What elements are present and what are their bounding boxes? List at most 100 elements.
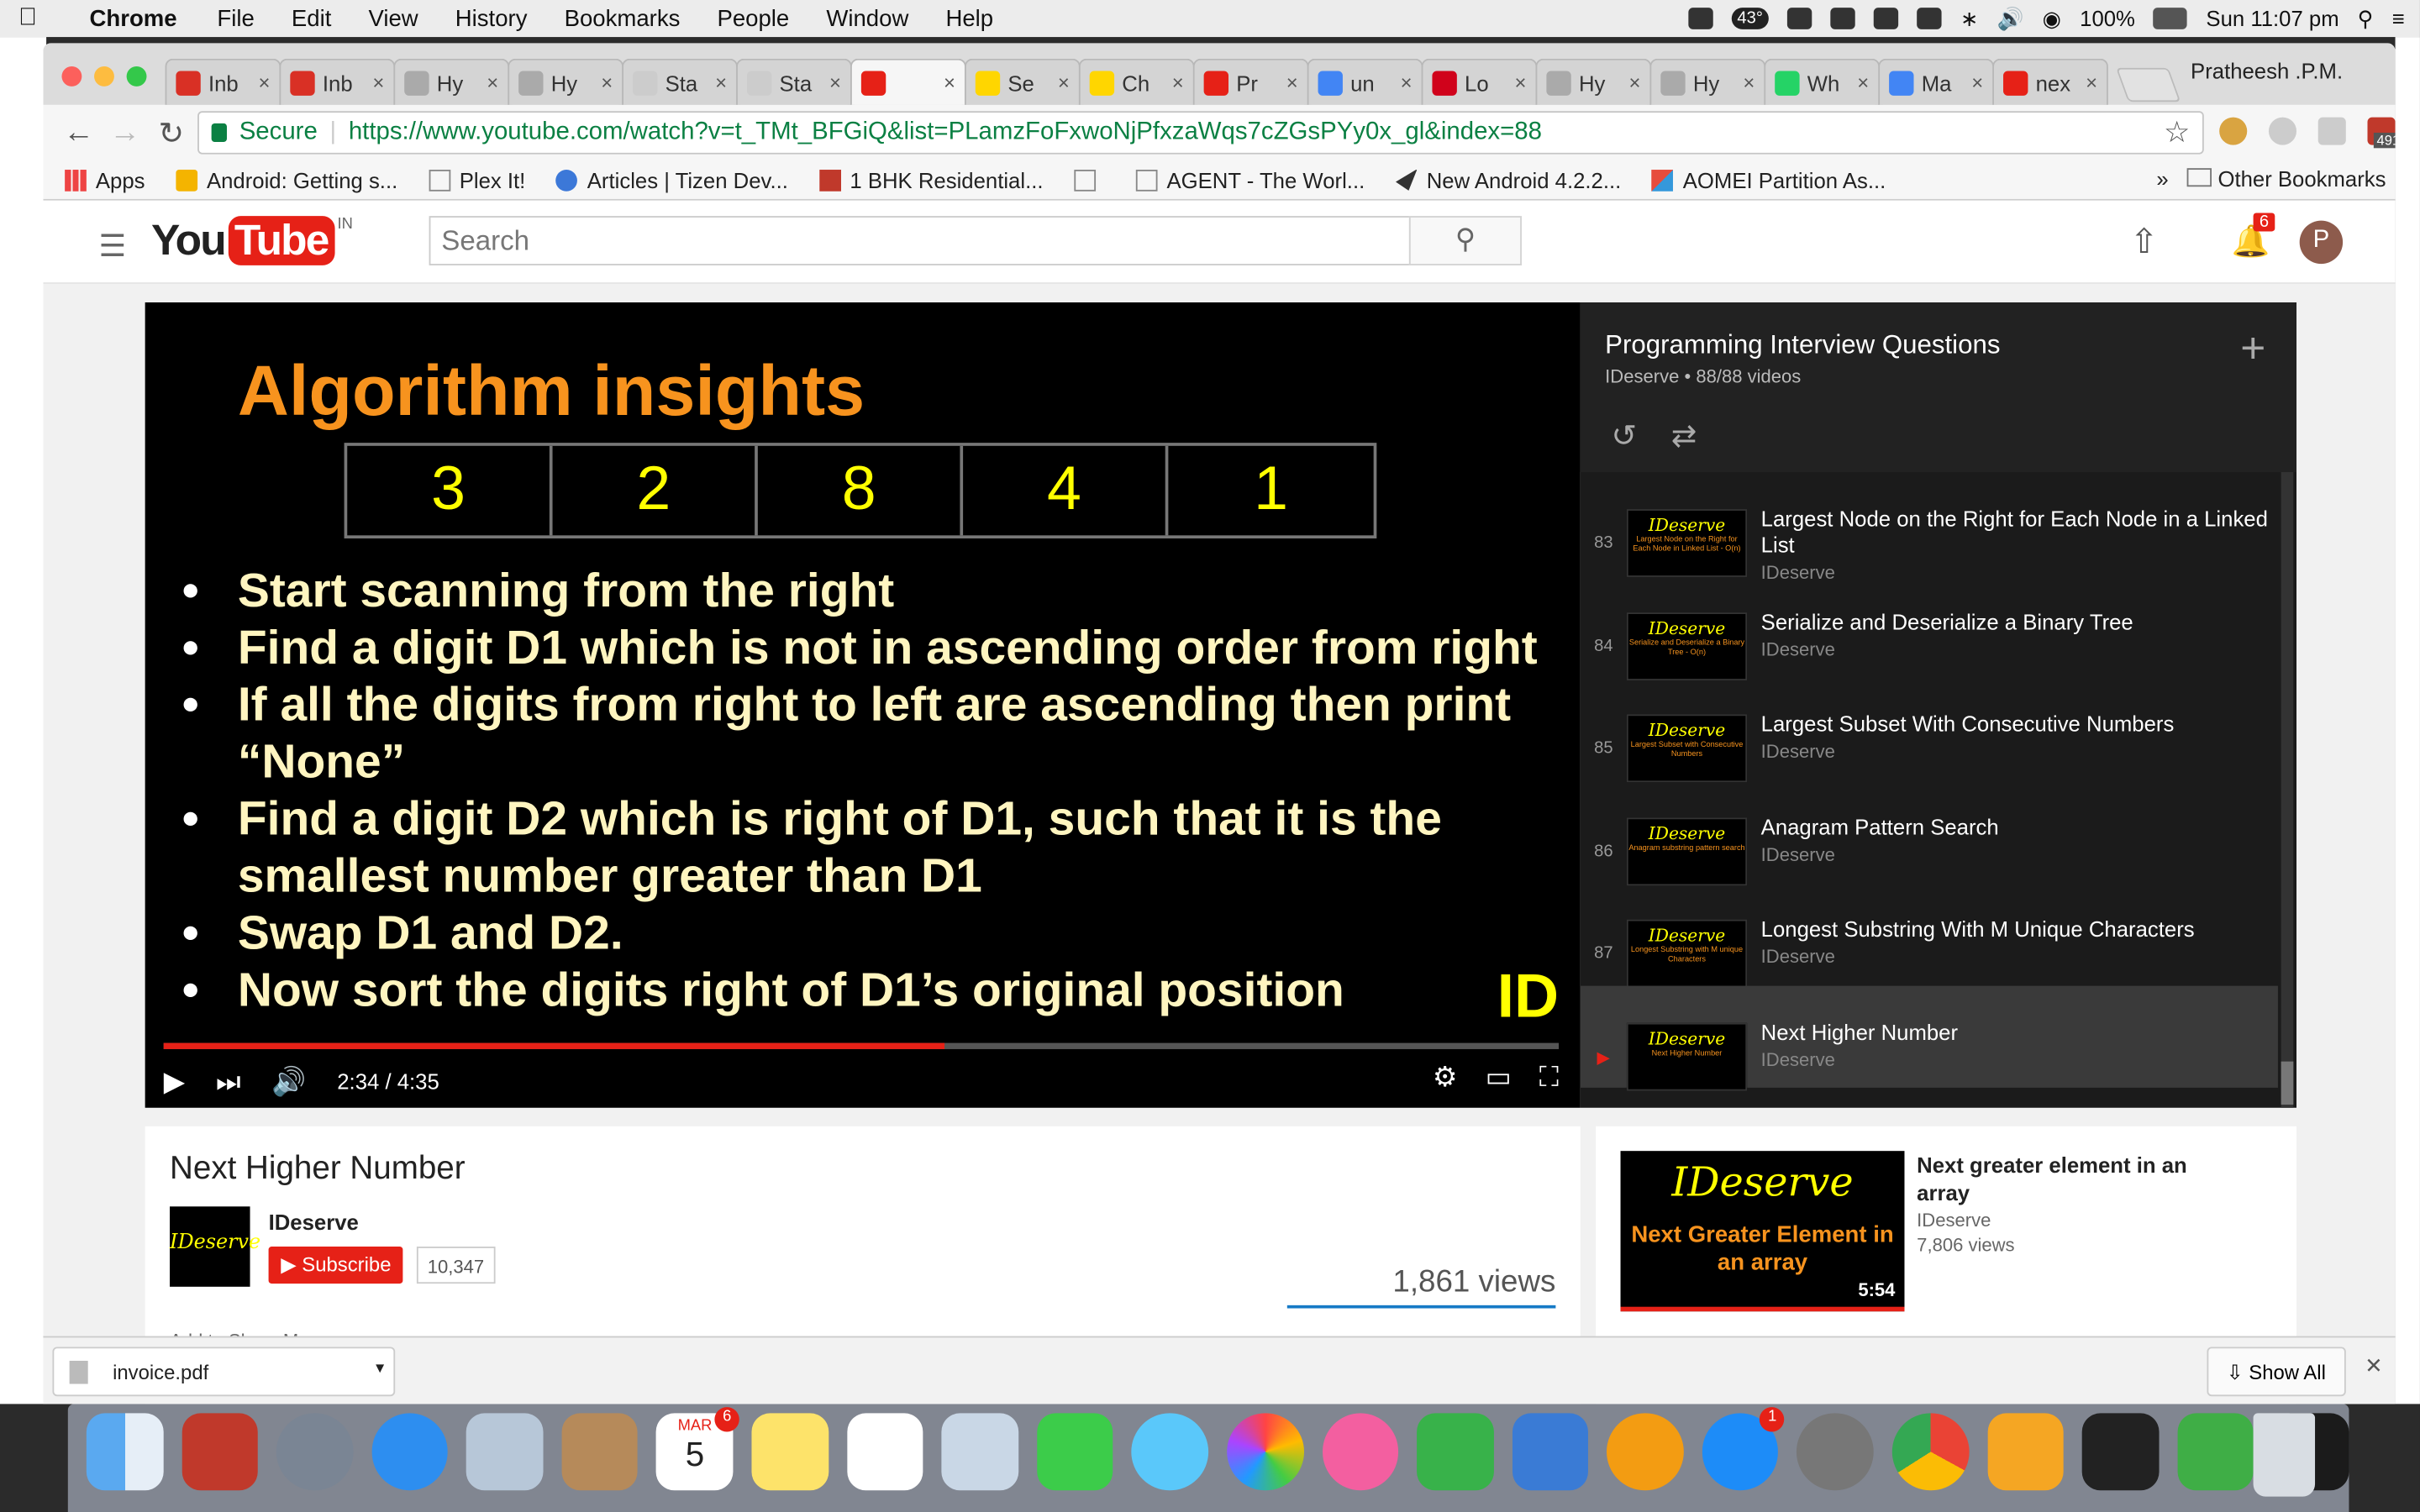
- mail-icon[interactable]: [466, 1413, 544, 1491]
- video-player[interactable]: Algorithm insights 3284 1 Start scanning …: [145, 302, 1581, 1108]
- menu-bookmarks[interactable]: Bookmarks: [546, 5, 699, 31]
- playlist-item[interactable]: 86 IDeserve Anagram substring pattern sear…: [1581, 780, 2278, 885]
- playlist-item[interactable]: 85 IDeserve Largest Subset with Consecutiv…: [1581, 677, 2278, 783]
- numbers-icon[interactable]: [1417, 1413, 1494, 1491]
- chevron-right-icon[interactable]: »: [2156, 166, 2168, 191]
- search-button[interactable]: ⚲: [1408, 216, 1522, 265]
- bookmark-residential[interactable]: 1 BHK Residential...: [803, 167, 1059, 192]
- tab-2[interactable]: Hy ×: [393, 58, 510, 105]
- tab-9[interactable]: Pr ×: [1192, 58, 1309, 105]
- launchpad-icon[interactable]: [276, 1413, 354, 1491]
- itunes-icon[interactable]: [1322, 1413, 1399, 1491]
- notes-icon[interactable]: [751, 1413, 829, 1491]
- tab-11[interactable]: Lo ×: [1421, 58, 1538, 105]
- tab-close-icon[interactable]: ×: [715, 71, 727, 94]
- notification-center-icon[interactable]: ≡: [2392, 6, 2405, 30]
- volume-icon[interactable]: 🔊: [271, 1065, 306, 1098]
- tab-15[interactable]: Ma ×: [1878, 58, 1995, 105]
- battery-percent[interactable]: 100%: [2080, 6, 2135, 30]
- close-shelf-icon[interactable]: ✕: [2365, 1353, 2383, 1379]
- tab-13[interactable]: Hy ×: [1649, 58, 1766, 105]
- notifications-bell-icon[interactable]: 🔔 6: [2232, 213, 2275, 260]
- keynote-icon[interactable]: [1512, 1413, 1589, 1491]
- playlist-thumbnail[interactable]: IDeserve Anagram substring pattern search: [1626, 816, 1748, 885]
- bookmark-apps[interactable]: Apps: [43, 167, 160, 192]
- app-store-icon[interactable]: 1: [1702, 1407, 1785, 1491]
- next-icon[interactable]: ⏭: [216, 1065, 241, 1098]
- bluetooth-icon[interactable]: ∗: [1960, 5, 1979, 31]
- tab-close-icon[interactable]: ×: [1743, 71, 1754, 94]
- fullscreen-icon[interactable]: ⛶: [1539, 1062, 1559, 1095]
- circle-extension-icon[interactable]: [2268, 117, 2297, 145]
- zoom-window-button[interactable]: [126, 66, 147, 86]
- playlist-thumbnail[interactable]: IDeserve Next Higher Number: [1626, 1021, 1748, 1090]
- channel-avatar[interactable]: IDeserve: [170, 1206, 260, 1287]
- tab-10[interactable]: un ×: [1307, 58, 1423, 105]
- playlist-item-title[interactable]: Largest Node on the Right for Each Node …: [1761, 506, 2278, 558]
- menu-app-name[interactable]: Chrome: [55, 5, 198, 31]
- playlist-scrollbar[interactable]: [2281, 472, 2294, 1108]
- tab-close-icon[interactable]: ×: [258, 71, 270, 94]
- playlist-thumbnail[interactable]: IDeserve Longest Substring with M unique …: [1626, 919, 1748, 988]
- playlist-item-title[interactable]: Longest Substring With M Unique Characte…: [1761, 916, 2278, 942]
- url-text[interactable]: https://www.youtube.com/watch?v=t_TMt_BF…: [349, 118, 1542, 146]
- upload-status-icon[interactable]: [1687, 8, 1712, 29]
- hamburger-menu-icon[interactable]: ☰: [99, 227, 127, 265]
- channel-name[interactable]: IDeserve: [269, 1210, 359, 1234]
- playlist-thumbnail[interactable]: IDeserve Largest Subset with Consecutive …: [1626, 714, 1748, 783]
- contacts-icon[interactable]: [561, 1413, 639, 1491]
- tab-14[interactable]: Wh ×: [1764, 58, 1881, 105]
- messages-icon[interactable]: [1131, 1413, 1209, 1491]
- download-item[interactable]: invoice.pdf ▾: [52, 1347, 396, 1397]
- show-all-button[interactable]: ⇩ Show All: [2206, 1347, 2346, 1397]
- upload-icon[interactable]: ⇧: [2130, 222, 2159, 262]
- playlist-thumbnail[interactable]: IDeserve Serialize and Deserialize a Bina…: [1626, 612, 1748, 680]
- tab-4[interactable]: Sta ×: [622, 58, 738, 105]
- facetime-icon[interactable]: [1036, 1413, 1113, 1491]
- tab-7[interactable]: Se ×: [964, 58, 1081, 105]
- play-icon[interactable]: ▶: [164, 1065, 185, 1098]
- playlist-item[interactable]: ▶ IDeserve Next Higher Number Next Higher N…: [1580, 984, 2278, 1090]
- reload-icon[interactable]: ↻: [148, 113, 194, 152]
- add-playlist-icon[interactable]: +: [2240, 324, 2265, 374]
- safari-icon[interactable]: [371, 1413, 449, 1491]
- scrollbar-thumb[interactable]: [2281, 1061, 2294, 1105]
- tab-close-icon[interactable]: ×: [1058, 71, 1070, 94]
- bookmark-star-icon[interactable]: ☆: [2164, 116, 2190, 151]
- playlist-item[interactable]: 83 IDeserve Largest Node on the Right for …: [1581, 472, 2278, 583]
- playlist-item-title[interactable]: Next Higher Number: [1761, 1019, 2278, 1045]
- tab-0[interactable]: Inb ×: [165, 58, 281, 105]
- menu-view[interactable]: View: [350, 5, 436, 31]
- playlist-item-title[interactable]: Largest Subset With Consecutive Numbers: [1761, 711, 2278, 738]
- menu-people[interactable]: People: [698, 5, 808, 31]
- system-preferences-icon[interactable]: [1797, 1413, 1874, 1491]
- address-bar[interactable]: Secure | https://www.youtube.com/watch?v…: [197, 111, 2204, 155]
- preview-icon[interactable]: [941, 1413, 1018, 1491]
- bookmark-blank[interactable]: [1059, 169, 1120, 191]
- close-window-button[interactable]: [61, 66, 82, 86]
- battery-icon[interactable]: [2153, 8, 2188, 29]
- tab-close-icon[interactable]: ×: [1172, 71, 1184, 94]
- channel-watermark[interactable]: ID: [1497, 963, 1559, 1032]
- ibooks-icon[interactable]: [1607, 1413, 1684, 1491]
- subscribe-button[interactable]: ▶ Subscribe: [268, 1247, 404, 1284]
- clock[interactable]: Sun 11:07 pm: [2206, 6, 2338, 30]
- bookmark-tizen[interactable]: Articles | Tizen Dev...: [541, 167, 804, 192]
- tab-close-icon[interactable]: ×: [1628, 71, 1640, 94]
- avatar[interactable]: P: [2299, 220, 2344, 265]
- playlist-item[interactable]: 84 IDeserve Serialize and Deserialize a Bi…: [1581, 575, 2278, 680]
- terminal-icon[interactable]: [2081, 1413, 2160, 1491]
- other-bookmarks[interactable]: Other Bookmarks: [2186, 166, 2386, 192]
- volume-icon[interactable]: 🔊: [1997, 5, 2024, 31]
- pages-icon[interactable]: [1986, 1413, 2064, 1491]
- tab-close-icon[interactable]: ×: [1515, 71, 1527, 94]
- tab-close-icon[interactable]: ×: [1971, 71, 1983, 94]
- settings-gear-icon[interactable]: ⚙: [1433, 1062, 1458, 1095]
- shield-status-icon[interactable]: [1830, 8, 1856, 29]
- evernote-status-icon[interactable]: [1787, 8, 1812, 29]
- grid-extension-icon[interactable]: [2317, 117, 2346, 145]
- playlist-title[interactable]: Programming Interview Questions: [1605, 330, 2000, 361]
- tab-close-icon[interactable]: ×: [1857, 71, 1869, 94]
- adobe-status-icon[interactable]: [1874, 8, 1899, 29]
- bookmark-android-422[interactable]: New Android 4.2.2...: [1381, 167, 1637, 192]
